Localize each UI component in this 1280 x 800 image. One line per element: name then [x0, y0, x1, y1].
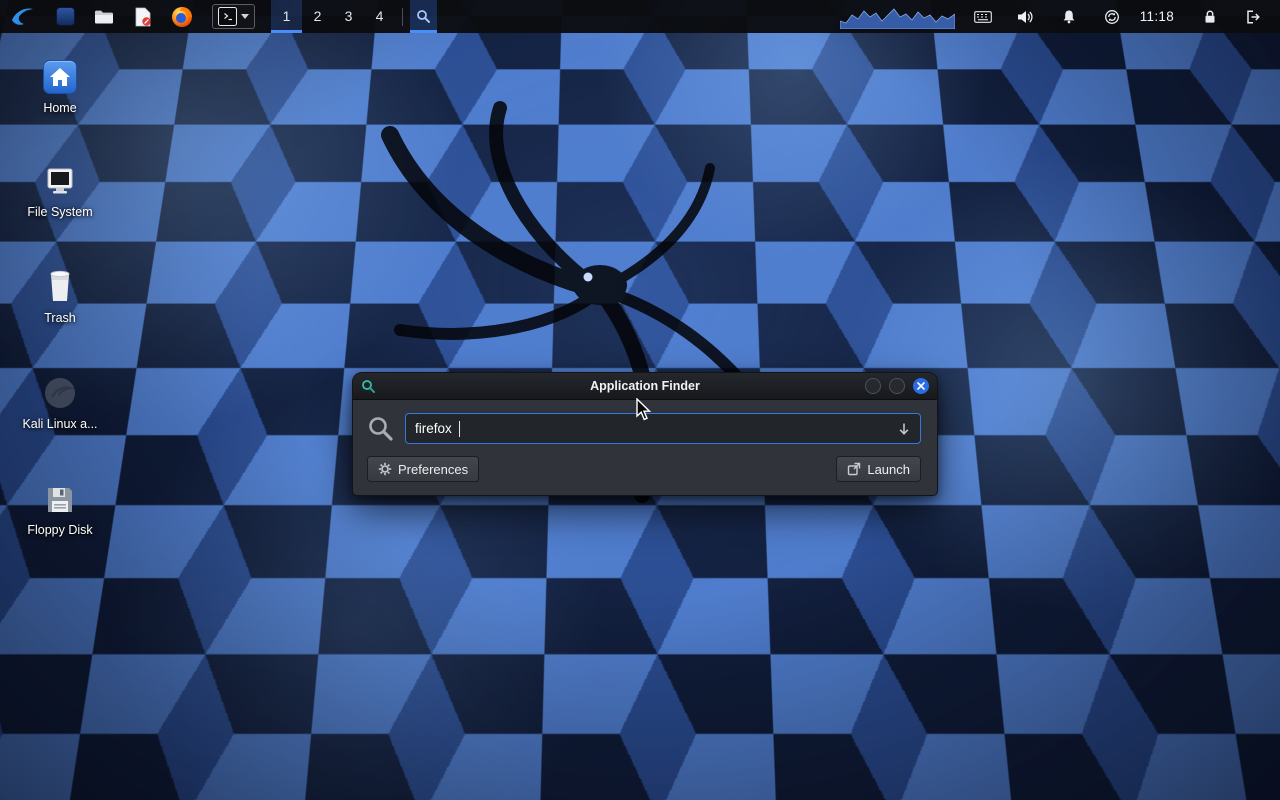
keyboard-layout-button[interactable]	[968, 2, 998, 31]
quick-launchers	[50, 2, 255, 31]
firefox-icon	[171, 6, 193, 28]
app-finder-icon	[361, 379, 376, 394]
desktop-icon-file-system[interactable]: File System	[4, 164, 116, 219]
desktop-icon-floppy-disk[interactable]: Floppy Disk	[4, 484, 116, 537]
document-icon	[134, 7, 152, 27]
desktop-icon-label: File System	[27, 205, 92, 219]
desktop-icon-kali-docs[interactable]: Kali Linux a...	[4, 376, 116, 431]
window-controls	[865, 378, 929, 394]
panel-status-area: 11:18	[840, 2, 1272, 31]
workspace-3-label: 3	[345, 8, 353, 24]
search-input[interactable]: firefox	[405, 413, 921, 444]
taskbar-item-application-finder[interactable]	[410, 0, 437, 33]
cpu-graph-icon[interactable]	[840, 5, 955, 29]
lock-screen-button[interactable]	[1195, 2, 1225, 31]
launch-icon	[847, 462, 861, 476]
desktop-icon-home[interactable]: Home	[4, 60, 116, 115]
folder-icon	[94, 9, 114, 25]
launch-label: Launch	[867, 462, 910, 477]
workspace-switcher: 1 2 3 4	[271, 0, 395, 33]
workspace-3[interactable]: 3	[333, 0, 364, 33]
magnifier-icon	[367, 415, 394, 442]
kali-logo-icon	[10, 4, 36, 30]
workspace-2[interactable]: 2	[302, 0, 333, 33]
text-caret	[459, 421, 461, 437]
button-row: Preferences Launch	[367, 456, 921, 482]
maximize-button[interactable]	[889, 378, 905, 394]
volume-icon	[1017, 10, 1034, 24]
clock[interactable]: 11:18	[1140, 9, 1174, 24]
desktop-icon-label: Trash	[44, 311, 76, 325]
application-finder-window: Application Finder firefox	[352, 372, 938, 496]
workspace-4-label: 4	[376, 8, 384, 24]
search-row: firefox	[367, 413, 921, 444]
lock-icon	[1202, 9, 1218, 24]
desktop-icon-trash[interactable]: Trash	[4, 268, 116, 325]
desktop-icon-label: Floppy Disk	[27, 523, 92, 537]
close-button[interactable]	[913, 378, 929, 394]
desktop-icon-label: Kali Linux a...	[22, 417, 97, 431]
kali-menu-button[interactable]	[8, 2, 38, 31]
titlebar[interactable]: Application Finder	[353, 373, 937, 400]
logout-icon	[1245, 9, 1261, 25]
workspace-4[interactable]: 4	[364, 0, 395, 33]
kali-docs-icon	[43, 376, 77, 410]
volume-button[interactable]	[1011, 2, 1041, 31]
launch-button[interactable]: Launch	[836, 456, 921, 482]
updates-button[interactable]	[1097, 2, 1127, 31]
preferences-button[interactable]: Preferences	[367, 456, 479, 482]
keyboard-icon	[974, 11, 992, 23]
filesystem-icon	[43, 164, 77, 198]
close-icon	[917, 382, 925, 390]
trash-icon	[45, 268, 75, 304]
updates-icon	[1104, 9, 1120, 25]
gear-icon	[378, 462, 392, 476]
blue-window-icon	[56, 7, 75, 26]
terminal-icon	[218, 7, 237, 26]
search-input-value: firefox	[415, 421, 452, 436]
workspace-2-label: 2	[314, 8, 322, 24]
panel-separator	[402, 8, 403, 26]
window-title: Application Finder	[353, 379, 937, 393]
logout-button[interactable]	[1238, 2, 1268, 31]
preferences-label: Preferences	[398, 462, 468, 477]
workspace-1-label: 1	[283, 8, 291, 24]
file-manager-launcher[interactable]	[89, 2, 119, 31]
desktop-icon-label: Home	[43, 101, 76, 115]
chevron-down-icon	[241, 14, 249, 19]
home-icon	[43, 60, 77, 94]
down-arrow-icon[interactable]	[897, 422, 911, 436]
finder-magnifier-icon	[416, 9, 431, 24]
window-body: firefox Preferen	[353, 400, 937, 495]
minimize-button[interactable]	[865, 378, 881, 394]
workspace-1[interactable]: 1	[271, 0, 302, 33]
window-app-launcher[interactable]	[50, 2, 80, 31]
floppy-disk-icon	[44, 484, 76, 516]
notifications-button[interactable]	[1054, 2, 1084, 31]
top-panel: 1 2 3 4	[0, 0, 1280, 33]
firefox-launcher[interactable]	[167, 2, 197, 31]
terminal-launcher[interactable]	[212, 4, 255, 29]
bell-icon	[1061, 9, 1077, 24]
text-editor-launcher[interactable]	[128, 2, 158, 31]
